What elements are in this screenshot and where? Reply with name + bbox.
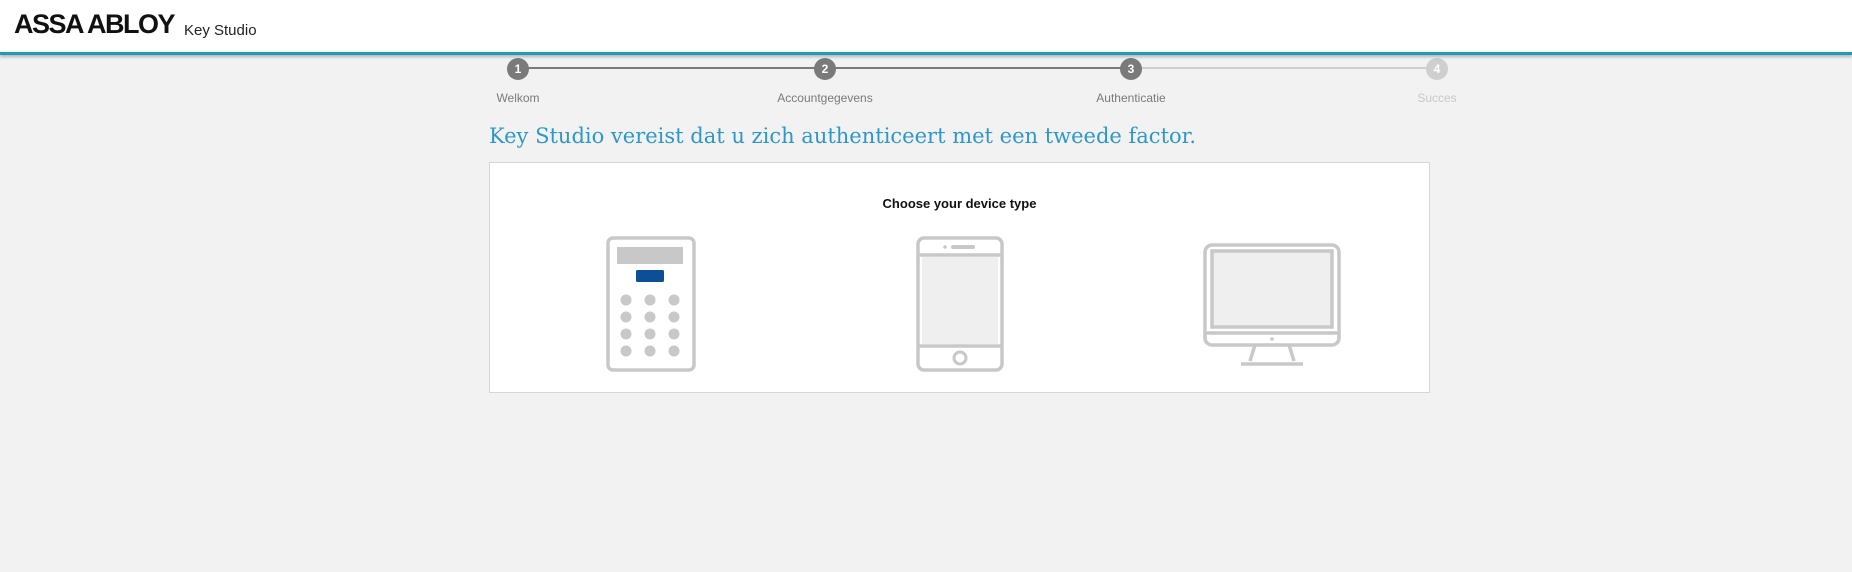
product-name: Key Studio [184,22,257,39]
step-3-marker: 3 [1120,58,1142,80]
step-4-marker: 4 [1426,58,1448,80]
hardware-token-icon [606,236,696,372]
step-4-label: Succes [1417,91,1457,105]
app-header: ASSA ABLOY Key Studio [0,0,1852,55]
desktop-computer-option[interactable] [1203,243,1343,369]
step-connector-2-3 [825,67,1131,69]
step-3-label: Authenticatie [1096,91,1166,105]
assa-abloy-logo[interactable]: ASSA ABLOY [14,9,176,40]
smartphone-option[interactable] [916,236,1004,372]
device-type-heading: Choose your device type [882,196,1037,211]
step-2-marker: 2 [814,58,836,80]
smartphone-icon [916,236,1004,372]
device-type-card: Choose your device type [489,162,1430,393]
step-1-marker: 1 [507,58,529,80]
step-connector-3-4 [1131,67,1437,69]
hardware-token-option[interactable] [606,236,696,372]
page-title: Key Studio vereist dat u zich authentice… [489,124,1197,148]
desktop-computer-icon [1203,243,1341,366]
step-1-label: Welkom [496,91,540,105]
step-connector-1-2 [518,67,825,69]
step-2-label: Accountgegevens [777,91,873,105]
